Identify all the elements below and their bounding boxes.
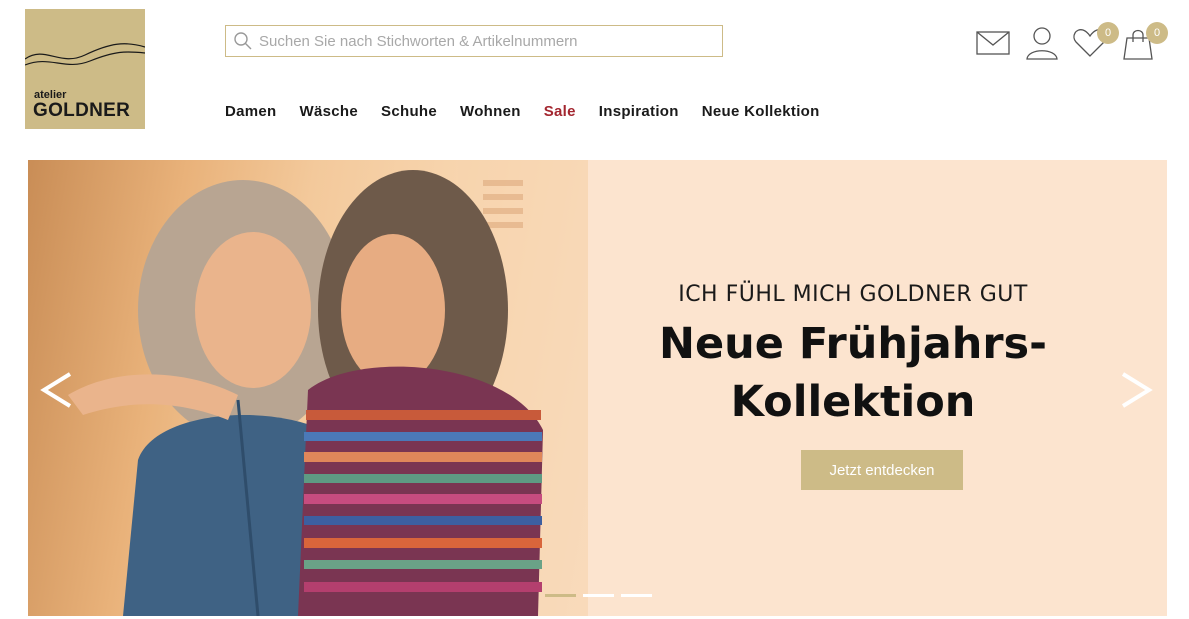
- hero-headline: Neue Frühjahrs- Kollektion: [588, 315, 1118, 431]
- nav-item-schuhe[interactable]: Schuhe: [381, 103, 437, 120]
- account-icon[interactable]: [1025, 26, 1059, 65]
- brand-logo[interactable]: atelier GOLDNER: [25, 9, 145, 129]
- hero-prev-arrow[interactable]: [36, 368, 76, 412]
- hero-banner[interactable]: ICH FÜHL MICH GOLDNER GUT Neue Frühjahrs…: [28, 160, 1167, 616]
- discover-button[interactable]: Jetzt entdecken: [801, 450, 963, 490]
- nav-item-inspiration[interactable]: Inspiration: [599, 103, 679, 120]
- slide-dot-3[interactable]: [621, 594, 652, 597]
- nav-item-wohnen[interactable]: Wohnen: [460, 103, 521, 120]
- wishlist-button[interactable]: 0: [1073, 22, 1119, 63]
- main-navigation: Damen Wäsche Schuhe Wohnen Sale Inspirat…: [225, 103, 820, 120]
- hero-headline-line2: Kollektion: [730, 377, 976, 427]
- nav-item-sale[interactable]: Sale: [544, 103, 576, 120]
- hero-headline-line1: Neue Frühjahrs-: [659, 319, 1047, 369]
- hero-kicker: ICH FÜHL MICH GOLDNER GUT: [678, 282, 1028, 307]
- wishlist-count-badge: 0: [1097, 22, 1119, 44]
- slide-dot-1[interactable]: [545, 594, 576, 597]
- cart-count-badge: 0: [1146, 22, 1168, 44]
- hero-next-arrow[interactable]: [1117, 368, 1157, 412]
- cart-button[interactable]: 0: [1122, 22, 1168, 65]
- chevron-right-icon: [1121, 372, 1153, 408]
- hero-photo-illustration: [68, 160, 588, 616]
- logo-waves-icon: [25, 43, 145, 66]
- search-icon[interactable]: [233, 31, 253, 51]
- mail-icon[interactable]: [976, 31, 1010, 60]
- slide-dot-2[interactable]: [583, 594, 614, 597]
- nav-item-neue-kollektion[interactable]: Neue Kollektion: [702, 103, 820, 120]
- hero-photo: [28, 160, 588, 616]
- chevron-left-icon: [40, 372, 72, 408]
- nav-item-damen[interactable]: Damen: [225, 103, 277, 120]
- nav-item-waesche[interactable]: Wäsche: [300, 103, 359, 120]
- search-input[interactable]: [259, 27, 722, 55]
- slide-indicators: [545, 594, 652, 597]
- search-bar: [225, 25, 723, 57]
- logo-brand-text: GOLDNER: [33, 100, 131, 121]
